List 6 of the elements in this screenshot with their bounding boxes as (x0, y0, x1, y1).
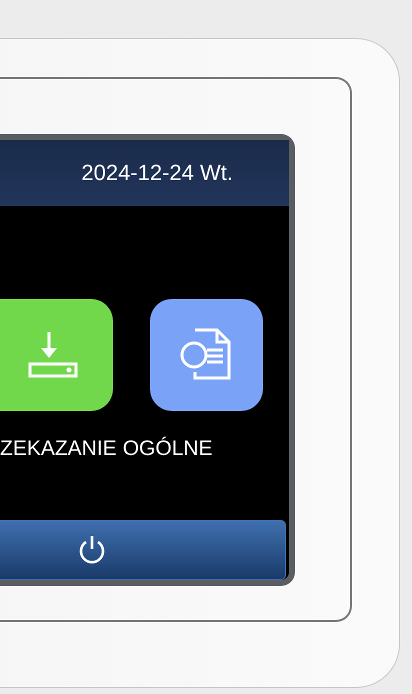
app-tile[interactable] (0, 298, 113, 411)
date-text: 2024-12-24 Wt. (81, 160, 233, 186)
power-icon (78, 535, 106, 566)
tile-label: OGÓLNE (122, 437, 213, 462)
tile-label: ZEKAZANIE (0, 437, 117, 462)
app-tile[interactable] (150, 298, 263, 411)
